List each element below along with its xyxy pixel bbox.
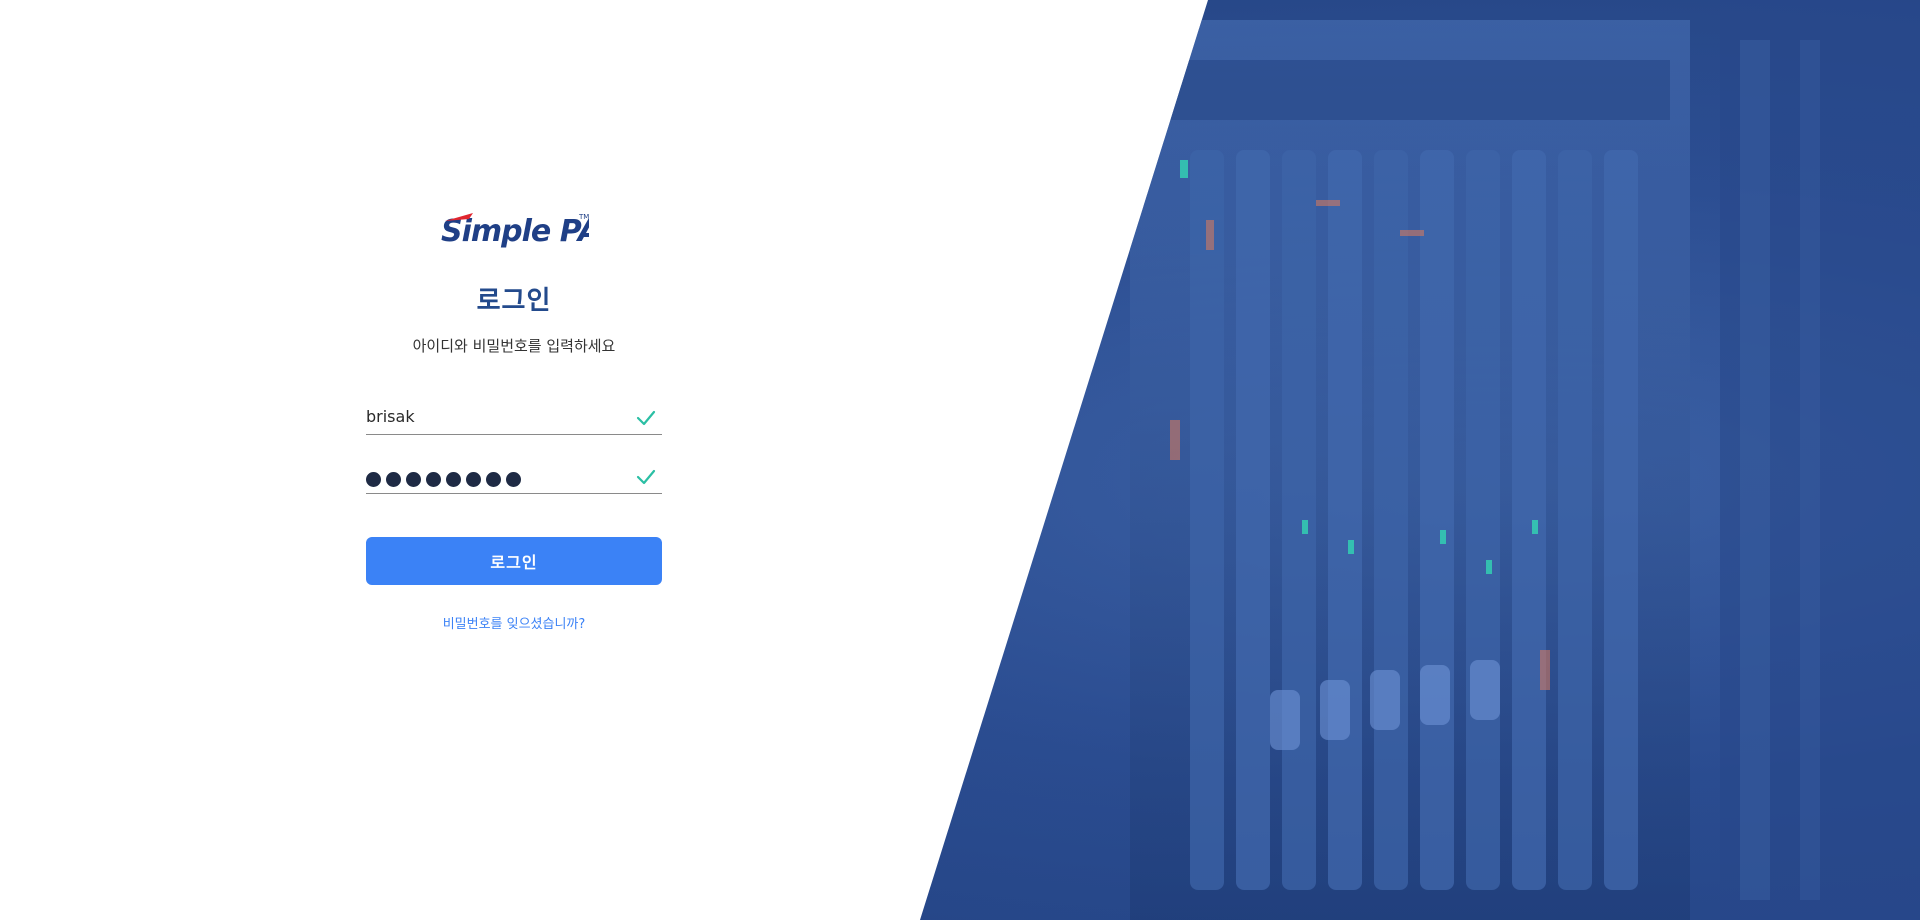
login-button[interactable]: 로그인: [366, 537, 662, 585]
svg-text:TM: TM: [578, 213, 589, 221]
check-icon: [636, 469, 656, 485]
login-form: Simple PA TM 로그인 아이디와 비밀번호를 입력하세요 brisak…: [366, 200, 662, 632]
password-field[interactable]: [366, 455, 662, 494]
page-title: 로그인: [476, 286, 552, 316]
forgot-password-link[interactable]: 비밀번호를 잊으셨습니까?: [443, 613, 586, 632]
hero-image-panel: [920, 0, 1920, 920]
simple-pa-logo: Simple PA TM: [366, 200, 662, 258]
server-rack-illustration: [1130, 0, 1920, 920]
logo-mark: Simple PA TM: [441, 213, 589, 249]
password-masked-value[interactable]: [366, 472, 521, 487]
username-field[interactable]: brisak: [366, 396, 662, 435]
username-value[interactable]: brisak: [366, 407, 415, 426]
page-subtitle: 아이디와 비밀번호를 입력하세요: [412, 337, 616, 355]
check-icon: [636, 410, 656, 426]
login-page: Simple PA TM 로그인 아이디와 비밀번호를 입력하세요 brisak…: [0, 0, 1920, 920]
